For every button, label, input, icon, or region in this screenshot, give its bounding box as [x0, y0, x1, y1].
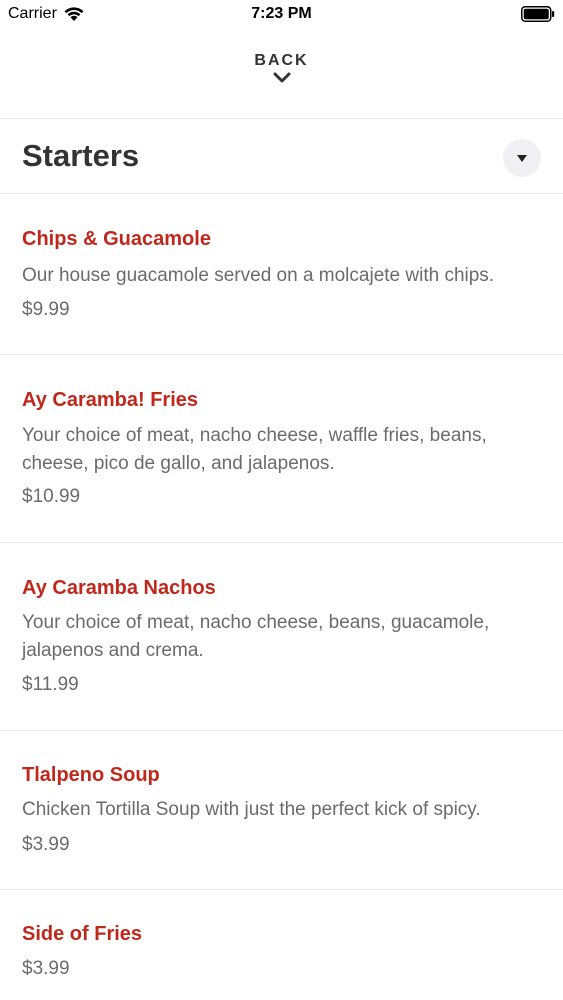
item-price: $10.99 [22, 486, 81, 507]
menu-item-chips-guacamole[interactable]: Chips & Guacamole Our house guacamole se… [0, 194, 563, 354]
chevron-down-icon [273, 72, 290, 83]
status-time: 7:23 PM [251, 5, 312, 22]
item-name: Side of Fries [22, 923, 143, 945]
item-name: Ay Caramba! Fries [22, 389, 198, 411]
caret-down-icon [517, 154, 527, 162]
item-price: $3.99 [22, 834, 70, 855]
item-description: Your choice of meat, nacho cheese, waffl… [22, 425, 487, 474]
section-dropdown-button[interactable] [503, 139, 541, 177]
back-label: BACK [254, 52, 309, 69]
section-header: Starters [0, 119, 563, 193]
menu-item-ay-caramba-nachos[interactable]: Ay Caramba Nachos Your choice of meat, n… [0, 543, 563, 730]
item-price: $9.99 [22, 299, 70, 320]
item-price: $11.99 [22, 674, 79, 695]
item-description: Chicken Tortilla Soup with just the perf… [22, 799, 481, 820]
item-description: Your choice of meat, nacho cheese, beans… [22, 612, 490, 661]
status-bar: Carrier 7:23 PM [0, 0, 563, 30]
menu-item-side-of-fries[interactable]: Side of Fries $3.99 [0, 890, 563, 1000]
menu-item-tlalpeno-soup[interactable]: Tlalpeno Soup Chicken Tortilla Soup with… [0, 731, 563, 889]
item-name: Tlalpeno Soup [22, 764, 160, 786]
item-name: Ay Caramba Nachos [22, 577, 216, 599]
item-description: Our house guacamole served on a molcajet… [22, 265, 495, 286]
back-button[interactable]: BACK [0, 52, 563, 102]
menu-item-ay-caramba-fries[interactable]: Ay Caramba! Fries Your choice of meat, n… [0, 355, 563, 542]
battery-icon [521, 6, 555, 22]
item-name: Chips & Guacamole [22, 228, 211, 250]
item-price: $3.99 [22, 958, 70, 979]
section-title: Starters [22, 138, 140, 173]
